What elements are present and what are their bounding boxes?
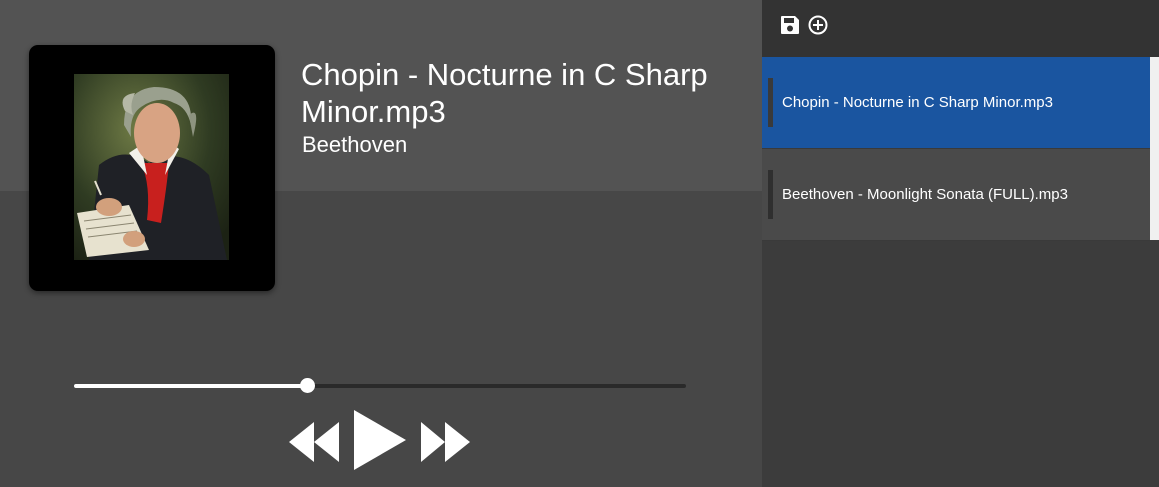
track-artist: Beethoven xyxy=(302,132,408,157)
play-button[interactable] xyxy=(354,410,406,470)
progress-slider[interactable] xyxy=(74,378,686,393)
add-circle-icon xyxy=(808,15,828,35)
album-art xyxy=(29,45,275,291)
play-icon xyxy=(354,410,406,470)
progress-knob[interactable] xyxy=(299,378,315,393)
playlist: Chopin - Nocturne in C Sharp Minor.mp3 B… xyxy=(762,57,1150,241)
add-button[interactable] xyxy=(808,15,828,35)
playlist-item-label: Chopin - Nocturne in C Sharp Minor.mp3 xyxy=(782,94,1053,111)
playlist-item[interactable]: Beethoven - Moonlight Sonata (FULL).mp3 xyxy=(762,149,1150,241)
fast-forward-icon xyxy=(421,422,470,462)
playlist-item[interactable]: Chopin - Nocturne in C Sharp Minor.mp3 xyxy=(762,57,1150,149)
playlist-scrollbar[interactable] xyxy=(1150,57,1159,240)
progress-fill xyxy=(74,384,307,388)
player-panel: Chopin - Nocturne in C Sharp Minor.mp3 B… xyxy=(0,0,762,487)
rewind-icon xyxy=(289,422,339,462)
playlist-sidebar: Chopin - Nocturne in C Sharp Minor.mp3 B… xyxy=(762,0,1159,487)
save-button[interactable] xyxy=(780,15,800,35)
sidebar-toolbar xyxy=(762,0,1159,57)
track-title: Chopin - Nocturne in C Sharp Minor.mp3 xyxy=(301,57,708,129)
fast-forward-button[interactable] xyxy=(421,421,470,463)
rewind-button[interactable] xyxy=(289,421,340,463)
playlist-item-label: Beethoven - Moonlight Sonata (FULL).mp3 xyxy=(782,186,1068,203)
drag-handle[interactable] xyxy=(768,170,773,219)
drag-handle[interactable] xyxy=(768,78,773,127)
save-icon xyxy=(781,16,799,34)
beethoven-portrait-image xyxy=(74,74,229,260)
